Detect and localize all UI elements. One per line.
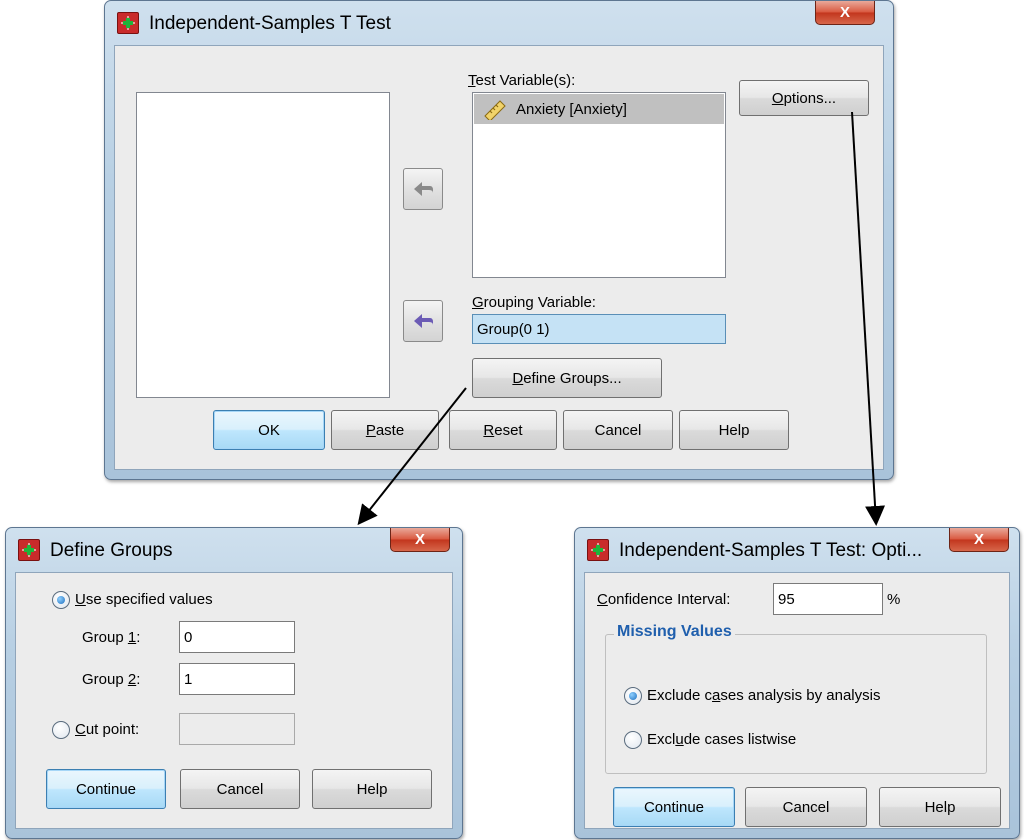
define-groups-callout-arrow <box>357 387 467 526</box>
callout-arrows <box>357 111 886 526</box>
options-callout-arrow <box>851 111 886 526</box>
